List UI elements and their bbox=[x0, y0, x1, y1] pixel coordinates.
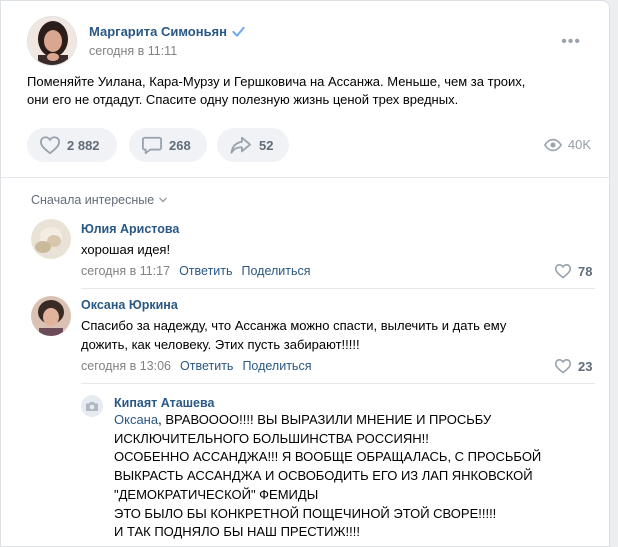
comment-icon bbox=[142, 136, 162, 155]
share-icon bbox=[230, 136, 251, 154]
post-text: Поменяйте Уилана, Кара-Мурзу и Гершкович… bbox=[27, 73, 597, 109]
post-card: Маргарита Симоньян сегодня в 11:11 ••• П… bbox=[0, 0, 610, 547]
like-button[interactable]: 2 882 bbox=[27, 128, 117, 162]
reply-mention[interactable]: Оксана bbox=[114, 412, 158, 427]
reply-text: Оксана, ВРАВОООО!!!! ВЫ ВЫРАЗИЛИ МНЕНИЕ … bbox=[114, 411, 541, 542]
reply-text-line: ВЫКРАСТЬ АССАНДЖА И ОСВОБОДИТЬ ЕГО ИЗ ЛА… bbox=[114, 468, 533, 484]
comment-meta: сегодня в 13:06 Ответить Поделиться bbox=[81, 359, 311, 373]
reply-link[interactable]: Ответить bbox=[179, 264, 232, 278]
chevron-down-icon bbox=[159, 197, 168, 203]
post-author[interactable]: Маргарита Симоньян bbox=[89, 24, 245, 39]
reply-text-line: Оксана, ВРАВОООО!!!! ВЫ ВЫРАЗИЛИ МНЕНИЕ … bbox=[114, 411, 541, 430]
divider bbox=[1, 177, 609, 178]
reply-avatar[interactable] bbox=[81, 395, 103, 417]
camera-icon bbox=[86, 402, 98, 411]
comment-like-button[interactable]: 23 bbox=[554, 358, 592, 374]
post-date[interactable]: сегодня в 11:11 bbox=[89, 44, 177, 58]
comment-text: Спасибо за надежду, что Ассанжа можно сп… bbox=[81, 317, 506, 354]
comment-date[interactable]: сегодня в 11:17 bbox=[81, 264, 170, 278]
reply-text-line: ОСОБЕННО АССАНДЖА!!! Я ВООБЩЕ ОБРАЩАЛАСЬ… bbox=[114, 449, 542, 465]
share-button[interactable]: 52 bbox=[217, 128, 289, 162]
comment-meta: сегодня в 11:17 Ответить Поделиться bbox=[81, 264, 311, 278]
reply-link[interactable]: Ответить bbox=[180, 359, 233, 373]
comments-sort-label[interactable]: Сначала интересные bbox=[31, 193, 154, 207]
post-author-name[interactable]: Маргарита Симоньян bbox=[89, 24, 227, 39]
comment-author[interactable]: Оксана Юркина bbox=[81, 298, 178, 312]
comment-author[interactable]: Юлия Аристова bbox=[81, 222, 179, 236]
comment-text-line: Спасибо за надежду, что Ассанжа можно сп… bbox=[81, 318, 507, 333]
divider bbox=[81, 288, 595, 289]
heart-icon bbox=[554, 359, 572, 374]
verified-icon bbox=[232, 26, 245, 37]
share-link[interactable]: Поделиться bbox=[242, 264, 311, 278]
views-counter: 40K bbox=[543, 137, 591, 152]
share-link[interactable]: Поделиться bbox=[242, 359, 311, 373]
reply-text-fragment: , ВРАВОООО!!!! ВЫ ВЫРАЗИЛИ МНЕНИЕ И ПРОС… bbox=[158, 412, 492, 427]
reply-author[interactable]: Кипаят Аташева bbox=[114, 396, 214, 410]
comment-text: хорошая идея! bbox=[81, 242, 171, 257]
post-actions: 2 882 268 52 40K bbox=[27, 128, 595, 162]
post-text-line: Поменяйте Уилана, Кара-Мурзу и Гершкович… bbox=[27, 74, 526, 89]
share-count: 52 bbox=[259, 137, 274, 153]
views-count: 40K bbox=[567, 137, 591, 152]
comment-date[interactable]: сегодня в 13:06 bbox=[81, 359, 171, 373]
more-options-icon[interactable]: ••• bbox=[561, 33, 581, 51]
reply-text-line: ЭТО БЫЛО БЫ КОНКРЕТНОЙ ПОЩЕЧИНОЙ ЭТОЙ СВ… bbox=[114, 505, 497, 521]
reply-text-line: "ДЕМОКРАТИЧЕСКОЙ" ФЕМИДЫ bbox=[114, 486, 319, 502]
comment-like-button[interactable]: 78 bbox=[554, 263, 592, 279]
post-text-line: они его не отдадут. Спасите одну полезну… bbox=[27, 92, 459, 107]
like-count: 2 882 bbox=[67, 137, 100, 153]
eye-icon bbox=[543, 138, 562, 151]
comment-like-count: 78 bbox=[578, 263, 593, 279]
comments-sort-dropdown[interactable]: Сначала интересные bbox=[31, 193, 168, 207]
heart-icon bbox=[554, 264, 572, 279]
comment-text-line: дожить, как человеку. Этих пусть забираю… bbox=[81, 336, 360, 352]
heart-icon bbox=[39, 136, 61, 155]
comment-count: 268 bbox=[169, 137, 191, 153]
reply-text-line: ИСКЛЮЧИТЕЛЬНОГО БОЛЬШИНСТВА РОССИЯН!! bbox=[114, 430, 429, 446]
comment-avatar[interactable] bbox=[31, 296, 71, 336]
comment-avatar[interactable] bbox=[31, 219, 71, 259]
divider bbox=[81, 383, 595, 384]
author-avatar[interactable] bbox=[27, 16, 77, 66]
reply-text-line: И ТАК ПОДНЯЛО БЫ НАШ ПРЕСТИЖ!!!! bbox=[114, 524, 360, 540]
comment-button[interactable]: 268 bbox=[129, 128, 207, 162]
post-header: Маргарита Симоньян сегодня в 11:11 ••• bbox=[27, 16, 587, 66]
comment-like-count: 23 bbox=[578, 358, 593, 374]
